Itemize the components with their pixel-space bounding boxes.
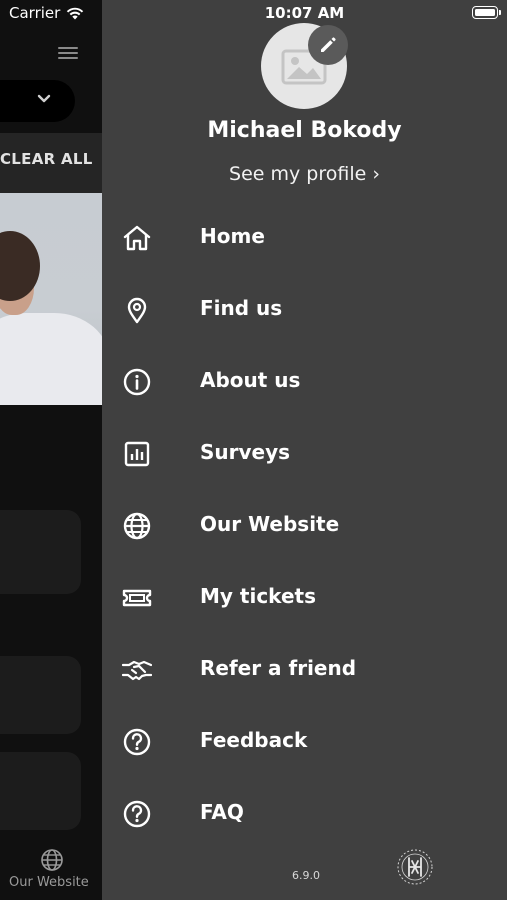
filter-dropdown[interactable] — [0, 80, 75, 122]
carrier-label: Carrier — [9, 4, 61, 22]
tab-our-website[interactable]: Our Website — [0, 842, 102, 900]
content-card[interactable] — [0, 656, 81, 734]
menu-label: About us — [200, 368, 301, 392]
menu-item-refer-a-friend[interactable]: Refer a friend — [102, 641, 507, 697]
hero-photo — [0, 193, 102, 405]
chevron-down-icon — [37, 94, 51, 103]
menu-item-home[interactable]: Home — [102, 209, 507, 265]
menu-item-about-us[interactable]: About us — [102, 353, 507, 409]
menu-item-find-us[interactable]: Find us — [102, 281, 507, 337]
battery-icon — [472, 6, 501, 19]
status-carrier: Carrier — [9, 4, 84, 22]
content-card[interactable] — [0, 510, 81, 594]
menu-item-our-website[interactable]: Our Website — [102, 497, 507, 553]
home-icon — [123, 225, 151, 251]
see-profile-link[interactable]: See my profile › — [102, 163, 507, 185]
clear-all-button[interactable]: CLEAR ALL — [0, 150, 93, 168]
menu-label: Our Website — [200, 512, 340, 536]
menu-label: Surveys — [200, 440, 291, 464]
hamburger-menu-icon[interactable] — [58, 44, 78, 60]
status-time: 10:07 AM — [264, 4, 345, 22]
menu-item-feedback[interactable]: Feedback — [102, 713, 507, 769]
brand-logo-icon — [397, 849, 433, 885]
background-app: Carrier CLEAR ALL Our Website — [0, 0, 102, 900]
menu-label: FAQ — [200, 800, 244, 824]
ticket-icon — [122, 589, 152, 607]
menu-label: Feedback — [200, 728, 308, 752]
menu-label: Home — [200, 224, 265, 248]
menu-item-surveys[interactable]: Surveys — [102, 425, 507, 481]
menu-item-my-tickets[interactable]: My tickets — [102, 569, 507, 625]
edit-avatar-button[interactable] — [308, 25, 348, 65]
location-pin-icon — [127, 297, 147, 324]
help-circle-icon — [123, 728, 151, 756]
tab-label: Our Website — [9, 875, 89, 890]
bar-chart-icon — [124, 441, 150, 467]
side-drawer: 10:07 AM Michael Bokody See my profile ›… — [102, 0, 507, 900]
menu-label: My tickets — [200, 584, 316, 608]
menu-label: Find us — [200, 296, 283, 320]
user-name: Michael Bokody — [207, 118, 402, 143]
menu-item-faq[interactable]: FAQ — [102, 785, 507, 841]
pencil-icon — [321, 37, 336, 52]
content-card[interactable] — [0, 752, 81, 830]
help-circle-icon — [123, 800, 151, 828]
globe-icon — [123, 512, 151, 540]
menu-label: Refer a friend — [200, 656, 357, 680]
handshake-icon — [122, 660, 152, 681]
wifi-icon — [67, 7, 84, 19]
app-version: 6.9.0 — [292, 869, 320, 882]
globe-icon — [41, 849, 63, 871]
info-icon — [123, 368, 151, 396]
